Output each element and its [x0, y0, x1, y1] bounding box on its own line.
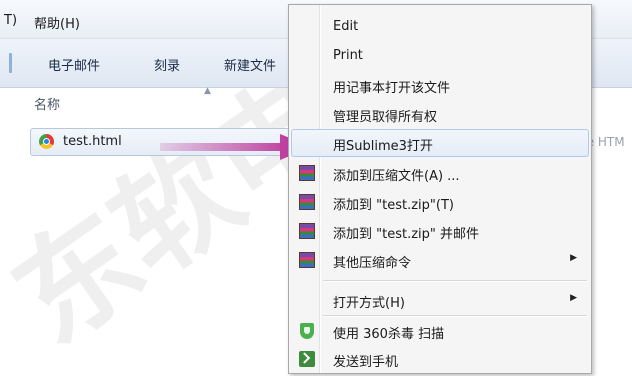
- menu-item-label: Print: [333, 48, 363, 63]
- context-menu: Edit Print 用记事本打开该文件 管理员取得所有权 用Sublime3打…: [288, 4, 592, 374]
- winrar-icon: [299, 194, 315, 210]
- menu-item-label: 管理员取得所有权: [333, 110, 438, 125]
- menu-item-other-compress-commands[interactable]: 其他压缩命令 ▶: [291, 246, 589, 274]
- winrar-icon: [299, 165, 315, 181]
- shield-icon: [300, 323, 314, 339]
- menu-item-label: 使用 360杀毒 扫描: [333, 327, 445, 342]
- menu-item-add-to-archive[interactable]: 添加到压缩文件(A) ...: [291, 159, 589, 187]
- menu-item-label: 添加到压缩文件(A) ...: [333, 169, 460, 184]
- menu-item-scan-360[interactable]: 使用 360杀毒 扫描: [291, 317, 589, 345]
- winrar-icon: [299, 252, 315, 268]
- menu-item-send-to-phone[interactable]: 发送到手机: [291, 345, 589, 373]
- submenu-arrow-icon: ▶: [570, 293, 577, 303]
- menu-item-label: 用Sublime3打开: [333, 139, 433, 154]
- phone-send-icon: [299, 351, 315, 367]
- menu-item-label: 打开方式(H): [333, 296, 405, 311]
- menu-item-label: 添加到 "test.zip" 并邮件: [333, 227, 480, 242]
- submenu-arrow-icon: ▶: [570, 253, 577, 263]
- menu-item-label: Edit: [333, 19, 359, 34]
- menu-item-print[interactable]: Print: [291, 42, 589, 70]
- menu-item-open-with-sublime[interactable]: 用Sublime3打开: [291, 129, 589, 157]
- menu-item-open-with-notepad[interactable]: 用记事本打开该文件: [291, 71, 589, 99]
- menu-item-add-to-zip-and-email[interactable]: 添加到 "test.zip" 并邮件: [291, 217, 589, 245]
- menu-item-label: 用记事本打开该文件: [333, 81, 451, 96]
- menu-item-open-with[interactable]: 打开方式(H) ▶: [291, 286, 589, 314]
- menu-item-take-ownership[interactable]: 管理员取得所有权: [291, 100, 589, 128]
- menu-item-label: 添加到 "test.zip"(T): [333, 198, 454, 213]
- menu-item-label: 其他压缩命令: [333, 256, 412, 271]
- menu-item-add-to-zip[interactable]: 添加到 "test.zip"(T): [291, 188, 589, 216]
- menu-separator: [323, 280, 587, 282]
- winrar-icon: [299, 223, 315, 239]
- menu-item-label: 发送到手机: [333, 355, 399, 370]
- menu-item-edit[interactable]: Edit: [291, 13, 589, 41]
